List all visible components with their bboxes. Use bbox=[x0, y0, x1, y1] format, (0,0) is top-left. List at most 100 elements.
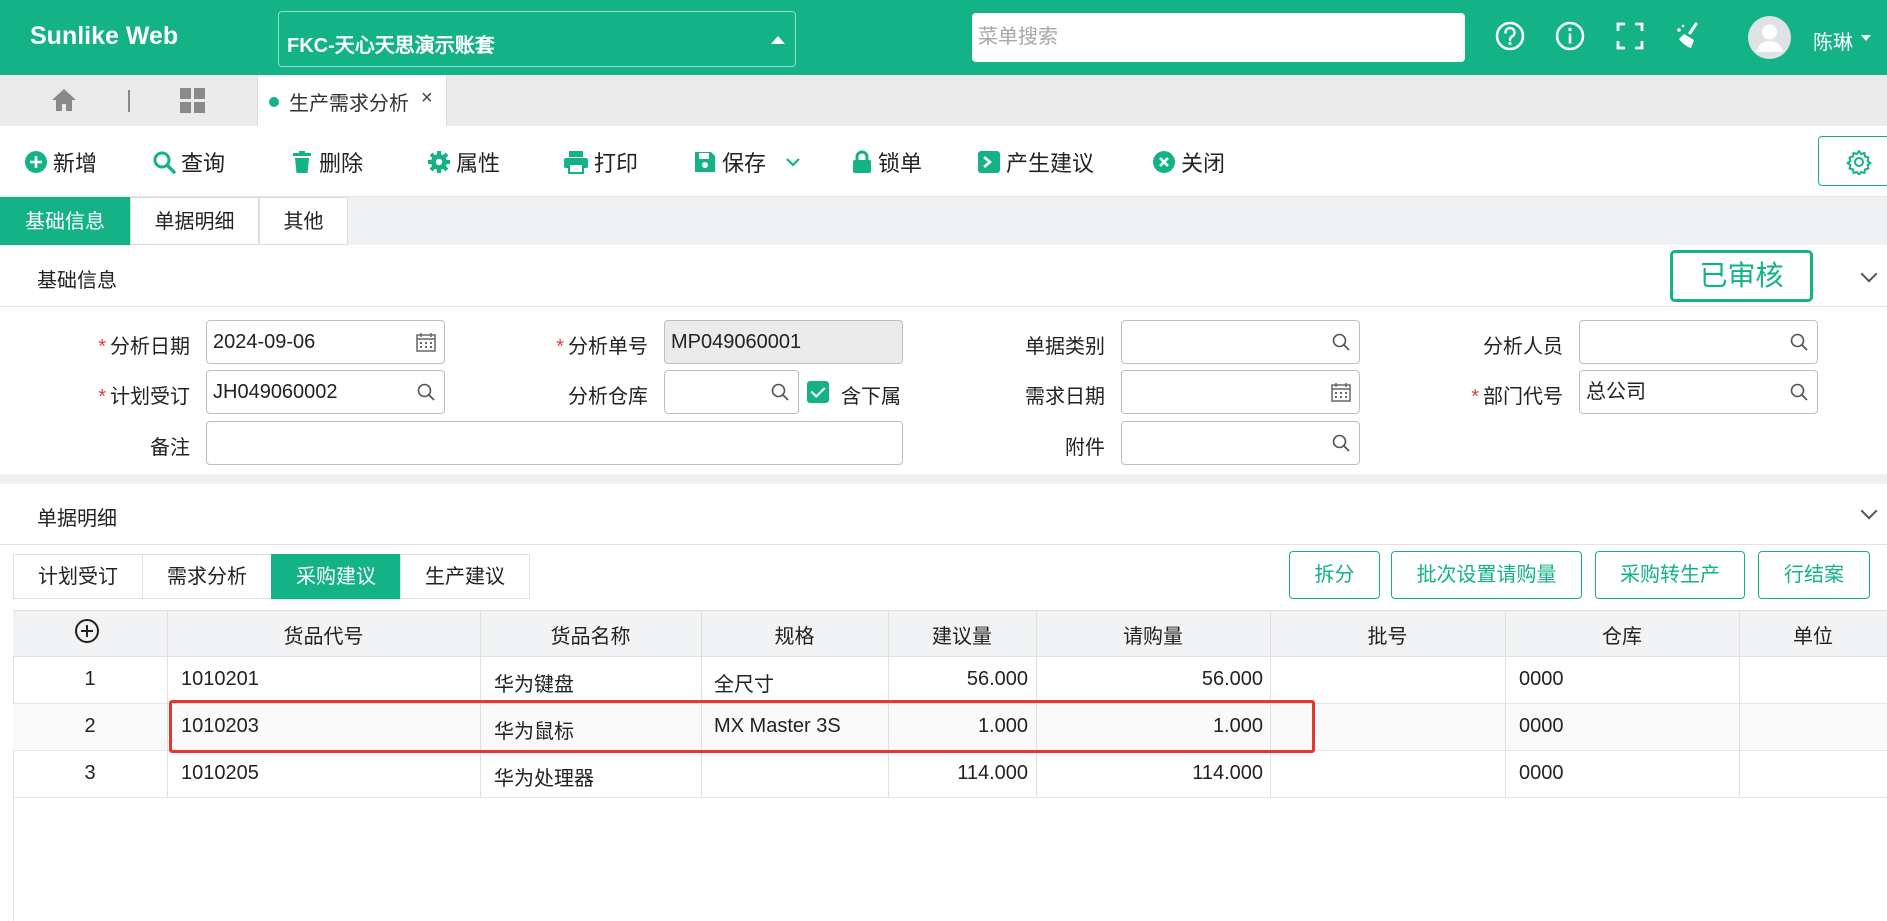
search-icon[interactable] bbox=[770, 382, 790, 402]
home-icon[interactable] bbox=[50, 86, 78, 114]
remark-field[interactable] bbox=[206, 421, 903, 465]
clean-brush-icon[interactable] bbox=[1674, 20, 1706, 52]
include-sub-checkbox[interactable] bbox=[807, 381, 829, 403]
search-icon bbox=[153, 151, 176, 174]
highlight-box bbox=[169, 700, 1315, 753]
search-icon[interactable] bbox=[416, 382, 436, 402]
properties-button[interactable]: 属性 bbox=[427, 148, 500, 176]
terminal-icon bbox=[978, 151, 1000, 173]
analysis-date-field[interactable]: 2024-09-06 bbox=[206, 320, 445, 364]
add-row-icon[interactable] bbox=[74, 618, 100, 644]
tab-purchase-suggestion[interactable]: 采购建议 bbox=[271, 554, 401, 599]
collapse-detail-chevron-icon[interactable] bbox=[1860, 502, 1878, 520]
doc-type-field[interactable] bbox=[1121, 320, 1360, 364]
col-header-code[interactable]: 货品代号 bbox=[167, 620, 480, 649]
calendar-icon[interactable] bbox=[416, 332, 436, 352]
gear-icon bbox=[428, 151, 450, 173]
generate-label: 产生建议 bbox=[1006, 151, 1095, 176]
info-icon[interactable] bbox=[1554, 20, 1586, 52]
tab-production-demand-analysis[interactable]: 生产需求分析 × bbox=[257, 75, 447, 126]
save-label: 保存 bbox=[722, 151, 767, 176]
cell-warehouse[interactable]: 0000 bbox=[1519, 762, 1564, 785]
fullscreen-icon[interactable] bbox=[1614, 20, 1646, 52]
calendar-icon[interactable] bbox=[1331, 382, 1351, 402]
divider bbox=[0, 544, 1887, 545]
new-label: 新增 bbox=[53, 151, 98, 176]
tab-demand-analysis[interactable]: 需求分析 bbox=[142, 554, 272, 599]
user-silhouette-icon bbox=[1756, 24, 1783, 52]
print-button[interactable]: 打印 bbox=[563, 148, 638, 176]
tab-label: 生产需求分析 bbox=[289, 93, 409, 115]
tab-basic-info[interactable]: 基础信息 bbox=[0, 197, 130, 245]
collapse-basic-chevron-icon[interactable] bbox=[1860, 265, 1878, 283]
col-header-batch[interactable]: 批号 bbox=[1270, 620, 1505, 649]
properties-label: 属性 bbox=[456, 151, 501, 176]
settings-button[interactable] bbox=[1818, 136, 1887, 186]
menu-search-input[interactable] bbox=[972, 13, 1465, 62]
tab-production-suggestion[interactable]: 生产建议 bbox=[400, 554, 530, 599]
tab-plan-order[interactable]: 计划受订 bbox=[13, 554, 143, 599]
warehouse-field[interactable] bbox=[664, 370, 799, 414]
tab-detail[interactable]: 单据明细 bbox=[130, 197, 259, 245]
cell-suggest-qty[interactable]: 56.000 bbox=[888, 668, 1028, 691]
dept-value: 总公司 bbox=[1586, 381, 1646, 403]
attachment-label: 附件 bbox=[1065, 437, 1105, 459]
col-header-spec[interactable]: 规格 bbox=[701, 620, 888, 649]
toolbar bbox=[0, 126, 1887, 197]
close-circle-icon bbox=[1153, 151, 1175, 173]
cell-request-qty[interactable]: 114.000 bbox=[1036, 762, 1263, 785]
close-button[interactable]: 关闭 bbox=[1152, 148, 1225, 176]
help-icon[interactable] bbox=[1494, 20, 1526, 52]
cell-code[interactable]: 1010205 bbox=[181, 762, 259, 785]
active-dot-icon bbox=[269, 97, 279, 107]
split-button[interactable]: 拆分 bbox=[1289, 551, 1380, 599]
cell-suggest-qty[interactable]: 114.000 bbox=[888, 762, 1028, 785]
col-header-request-qty[interactable]: 请购量 bbox=[1036, 620, 1270, 649]
include-sub-label: 含下属 bbox=[841, 386, 901, 408]
plan-order-value: JH049060002 bbox=[213, 381, 338, 403]
lock-label: 锁单 bbox=[878, 151, 923, 176]
account-selector[interactable]: FKC-天心天思演示账套 bbox=[278, 11, 796, 67]
cell-warehouse[interactable]: 0000 bbox=[1519, 715, 1564, 738]
print-label: 打印 bbox=[594, 151, 639, 176]
search-icon[interactable] bbox=[1331, 332, 1351, 352]
query-label: 查询 bbox=[181, 151, 226, 176]
col-header-warehouse[interactable]: 仓库 bbox=[1505, 620, 1739, 649]
search-icon[interactable] bbox=[1331, 433, 1351, 453]
status-badge: 已审核 bbox=[1670, 250, 1813, 302]
cell-request-qty[interactable]: 56.000 bbox=[1036, 668, 1263, 691]
close-line-button[interactable]: 行结案 bbox=[1758, 551, 1870, 599]
new-button[interactable]: 新增 bbox=[24, 148, 97, 176]
attachment-field[interactable] bbox=[1121, 421, 1360, 465]
close-tab-icon[interactable]: × bbox=[421, 87, 433, 110]
user-avatar[interactable] bbox=[1748, 16, 1791, 59]
row-number: 3 bbox=[84, 762, 96, 784]
col-header-name[interactable]: 货品名称 bbox=[480, 620, 701, 649]
cell-spec[interactable]: 全尺寸 bbox=[714, 668, 774, 697]
search-icon[interactable] bbox=[1789, 332, 1809, 352]
lock-order-button[interactable]: 锁单 bbox=[851, 148, 922, 176]
col-header-unit[interactable]: 单位 bbox=[1739, 620, 1887, 649]
save-button[interactable]: 保存 bbox=[693, 148, 803, 176]
batch-set-request-qty-button[interactable]: 批次设置请购量 bbox=[1391, 551, 1582, 599]
tab-other[interactable]: 其他 bbox=[259, 197, 348, 245]
cell-name[interactable]: 华为键盘 bbox=[494, 668, 574, 697]
query-button[interactable]: 查询 bbox=[152, 148, 225, 176]
search-icon[interactable] bbox=[1789, 382, 1809, 402]
analyst-field[interactable] bbox=[1579, 320, 1818, 364]
apps-grid-icon[interactable] bbox=[179, 87, 207, 115]
doc-type-label: 单据类别 bbox=[1025, 336, 1105, 358]
cell-warehouse[interactable]: 0000 bbox=[1519, 668, 1564, 691]
purchase-to-production-button[interactable]: 采购转生产 bbox=[1595, 551, 1745, 599]
demand-date-field[interactable] bbox=[1121, 370, 1360, 414]
user-menu-caret-icon[interactable] bbox=[1861, 35, 1871, 41]
user-name[interactable]: 陈琳 bbox=[1813, 26, 1853, 55]
col-header-suggest-qty[interactable]: 建议量 bbox=[888, 620, 1036, 649]
chevron-down-icon[interactable] bbox=[783, 152, 803, 172]
dept-field[interactable]: 总公司 bbox=[1579, 370, 1818, 414]
cell-name[interactable]: 华为处理器 bbox=[494, 762, 594, 791]
generate-suggestion-button[interactable]: 产生建议 bbox=[977, 148, 1094, 176]
delete-button[interactable]: 删除 bbox=[290, 148, 363, 176]
cell-code[interactable]: 1010201 bbox=[181, 668, 259, 691]
plan-order-field[interactable]: JH049060002 bbox=[206, 370, 445, 414]
